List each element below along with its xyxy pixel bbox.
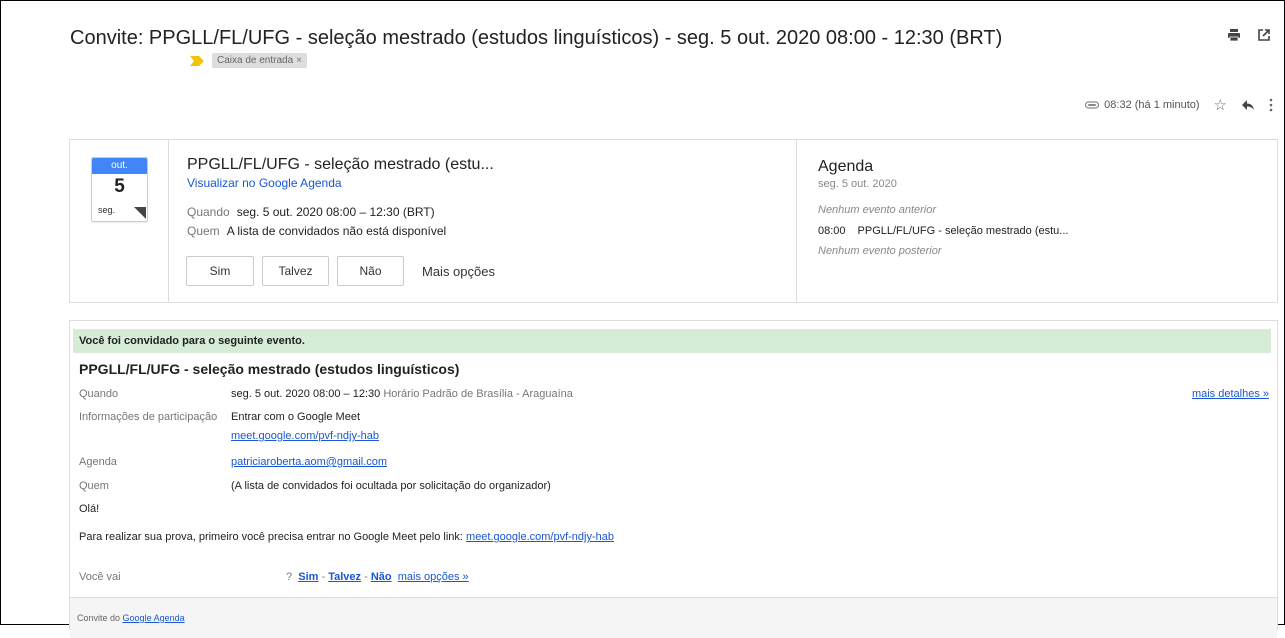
- meet-link[interactable]: meet.google.com/pvf-ndjy-hab: [231, 430, 379, 442]
- body-meet-link-wrap: meet.google.com/pvf-ndjy-hab: [231, 430, 379, 442]
- agenda-title: Agenda: [818, 158, 874, 175]
- body-event-title: PPGLL/FL/UFG - seleção mestrado (estudos…: [79, 361, 460, 377]
- body-join-value: Entrar com o Google Meet: [231, 411, 361, 423]
- body-when-timezone: Horário Padrão de Brasília - Araguaína: [383, 388, 573, 400]
- rsvp-no-button[interactable]: Não: [337, 256, 404, 286]
- rsvp-question-mark: ?: [286, 571, 293, 583]
- body-when-value-wrap: seg. 5 out. 2020 08:00 – 12:30 Horário P…: [231, 388, 573, 400]
- label-row: Caixa de entrada ×: [190, 53, 308, 68]
- agenda-event-time: 08:00: [818, 225, 846, 237]
- body-rsvp-no-link[interactable]: Não: [371, 571, 392, 583]
- body-rsvp-row: ? Sim - Talvez - Não mais opções »: [286, 571, 469, 583]
- calendar-weekday: seg.: [98, 205, 116, 215]
- message-time: 08:32 (há 1 minuto): [1104, 99, 1200, 111]
- body-instructions-text: Para realizar sua prova, primeiro você p…: [79, 531, 463, 543]
- body-calendar-value-wrap: patriciaroberta.aom@gmail.com: [231, 456, 387, 468]
- event-who-row: Quem A lista de convidados não está dispo…: [187, 224, 446, 238]
- body-join-label: Informações de participação: [79, 411, 218, 423]
- inbox-label-text: Caixa de entrada: [217, 55, 294, 66]
- agenda-no-previous: Nenhum evento anterior: [818, 204, 937, 216]
- page-curl-icon: [134, 207, 146, 219]
- calendar-month: out.: [92, 158, 147, 174]
- remove-label-icon[interactable]: ×: [296, 55, 302, 66]
- body-greeting: Olá!: [79, 503, 100, 515]
- invited-banner: Você foi convidado para o seguinte event…: [73, 329, 1271, 353]
- body-rsvp-yes-link[interactable]: Sim: [298, 571, 318, 583]
- rsvp-yes-button[interactable]: Sim: [186, 256, 254, 286]
- invite-footer: Convite do Google Agenda: [70, 597, 1277, 638]
- printer-icon[interactable]: [1227, 28, 1241, 42]
- body-when-value: seg. 5 out. 2020 08:00 – 12:30: [231, 388, 381, 400]
- rsvp-separator: -: [321, 571, 326, 583]
- agenda-column: Agenda seg. 5 out. 2020 Nenhum evento an…: [798, 140, 1278, 302]
- email-body: Você foi convidado para o seguinte event…: [69, 320, 1278, 638]
- event-who-label: Quem: [187, 224, 220, 238]
- rsvp-label: Você vai: [79, 571, 121, 583]
- agenda-no-next: Nenhum evento posterior: [818, 245, 942, 257]
- inbox-label-chip[interactable]: Caixa de entrada ×: [212, 53, 308, 68]
- important-marker-icon[interactable]: [190, 55, 204, 66]
- more-options-link[interactable]: Mais opções: [422, 264, 495, 279]
- event-when-value: seg. 5 out. 2020 08:00 – 12:30 (BRT): [236, 205, 435, 219]
- star-icon[interactable]: ☆: [1214, 96, 1227, 114]
- body-calendar-label: Agenda: [79, 456, 117, 468]
- more-details-link[interactable]: mais detalhes »: [1192, 388, 1269, 400]
- body-rsvp-maybe-link[interactable]: Talvez: [328, 571, 361, 583]
- calendar-column: out. 5 seg.: [70, 140, 169, 302]
- view-in-calendar-link[interactable]: Visualizar no Google Agenda: [187, 176, 342, 190]
- calendar-day: 5: [114, 176, 125, 197]
- calendar-owner-email-link[interactable]: patriciaroberta.aom@gmail.com: [231, 456, 387, 468]
- footer-prefix: Convite do: [77, 613, 121, 623]
- agenda-event-title: PPGLL/FL/UFG - seleção mestrado (estu...: [857, 225, 1069, 237]
- rsvp-maybe-button[interactable]: Talvez: [262, 256, 329, 286]
- attachment-icon: [1085, 101, 1100, 109]
- calendar-date-icon: out. 5 seg.: [91, 157, 148, 222]
- header-actions: [1227, 28, 1271, 42]
- email-subject: Convite: PPGLL/FL/UFG - seleção mestrado…: [70, 27, 1003, 49]
- agenda-event[interactable]: 08:00 PPGLL/FL/UFG - seleção mestrado (es…: [818, 225, 1068, 237]
- event-who-value: A lista de convidados não está disponíve…: [226, 224, 447, 238]
- reply-icon[interactable]: [1241, 99, 1255, 111]
- body-rsvp-more-link[interactable]: mais opções »: [398, 571, 469, 583]
- message-meta: 08:32 (há 1 minuto) ☆: [1085, 96, 1273, 114]
- event-title: PPGLL/FL/UFG - seleção mestrado (estu...: [187, 156, 494, 173]
- body-who-value: (A lista de convidados foi ocultada por …: [231, 480, 551, 492]
- footer-text: Convite do Google Agenda: [77, 613, 185, 623]
- body-when-label: Quando: [79, 388, 119, 400]
- body-instructions: Para realizar sua prova, primeiro você p…: [79, 531, 614, 543]
- google-calendar-link[interactable]: Google Agenda: [123, 613, 185, 623]
- event-when-label: Quando: [187, 205, 230, 219]
- instructions-meet-link[interactable]: meet.google.com/pvf-ndjy-hab: [466, 531, 614, 543]
- event-when-row: Quando seg. 5 out. 2020 08:00 – 12:30 (BR…: [187, 205, 435, 219]
- rsvp-buttons: Sim Talvez Não Mais opções: [186, 256, 495, 286]
- message-time-wrap: 08:32 (há 1 minuto): [1085, 99, 1200, 111]
- rsvp-separator: -: [364, 571, 368, 583]
- body-who-label: Quem: [79, 480, 109, 492]
- agenda-date: seg. 5 out. 2020: [818, 178, 897, 190]
- invitation-card: out. 5 seg. PPGLL/FL/UFG - seleção mestr…: [69, 139, 1278, 303]
- external-window-icon[interactable]: [1257, 28, 1271, 42]
- more-vert-icon[interactable]: [1269, 98, 1273, 112]
- event-details-column: PPGLL/FL/UFG - seleção mestrado (estu...…: [168, 140, 797, 302]
